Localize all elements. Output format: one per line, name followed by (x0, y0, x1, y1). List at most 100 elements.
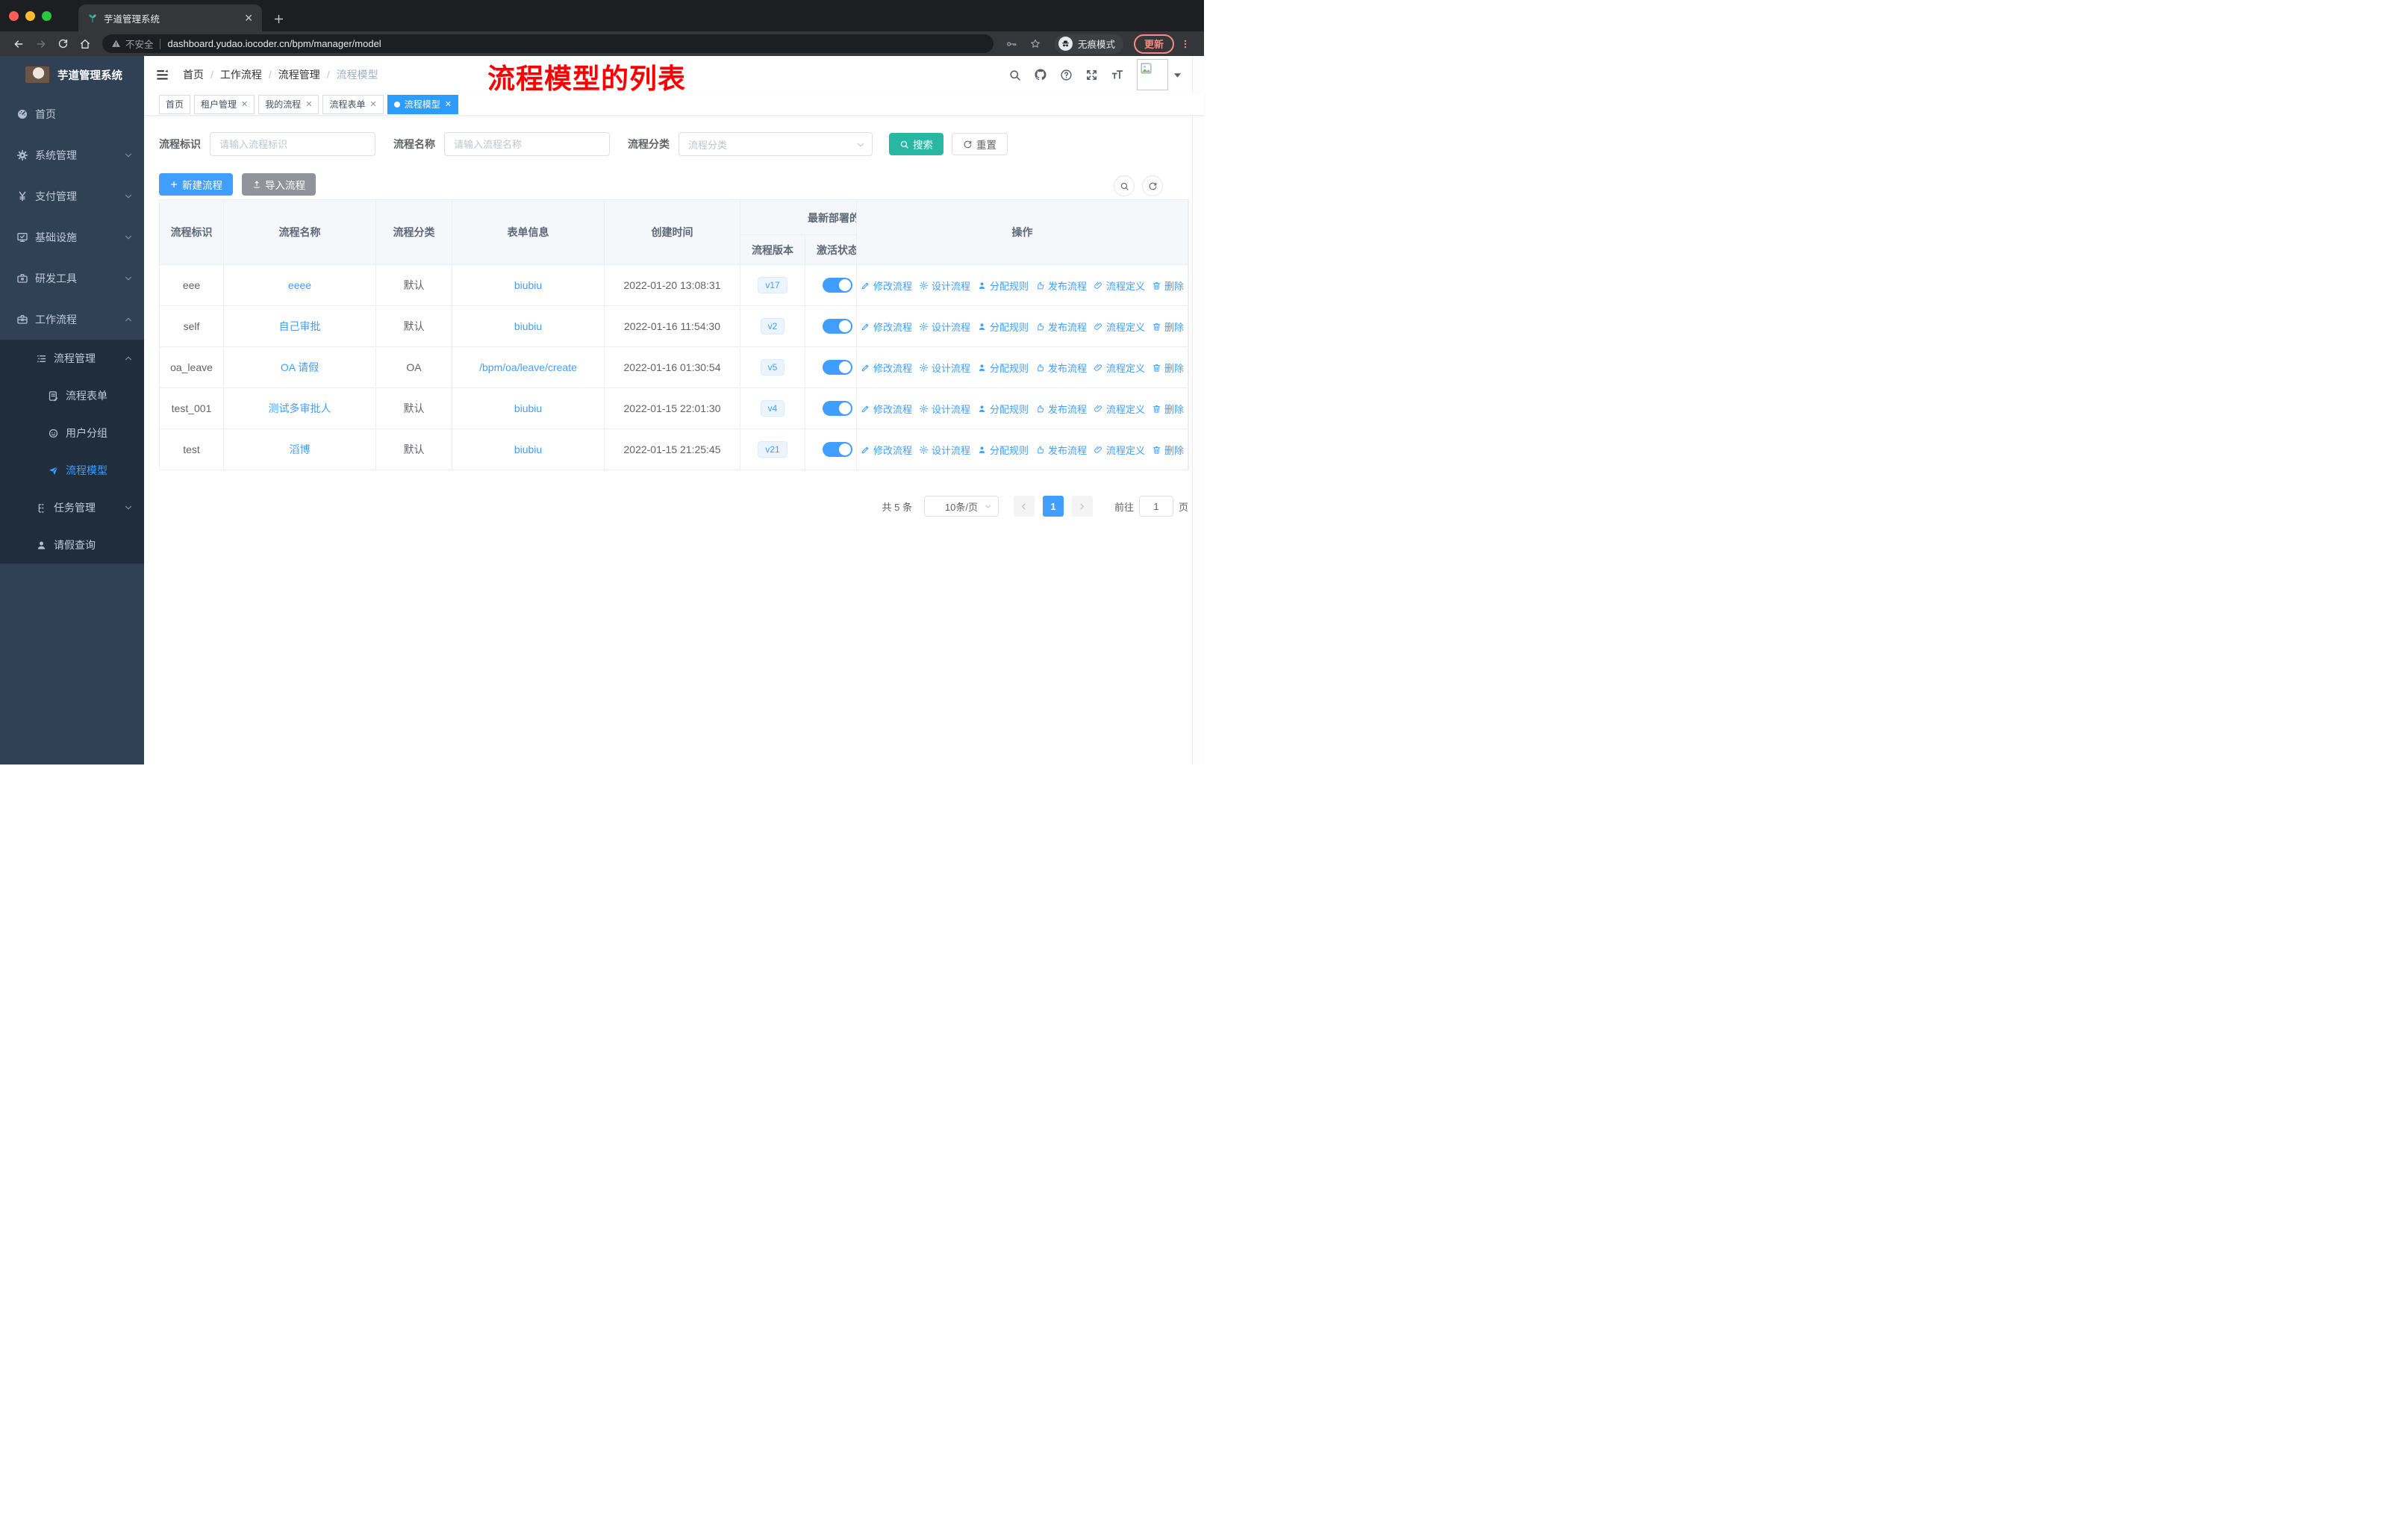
sidebar-item-研发工具[interactable]: 研发工具 (0, 258, 144, 299)
filter-select-流程分类[interactable]: 流程分类 (679, 132, 873, 156)
breadcrumb-item[interactable]: 工作流程 (220, 67, 262, 82)
action-修改流程[interactable]: 修改流程 (861, 361, 912, 375)
cell-model-name-link[interactable]: eeee (223, 264, 376, 306)
active-toggle[interactable] (823, 401, 852, 416)
tag-tab-流程模型[interactable]: 流程模型 ✕ (387, 94, 458, 114)
browser-menu-icon[interactable] (1180, 38, 1191, 50)
sidebar-item-请假查询[interactable]: 请假查询 (0, 526, 144, 564)
cell-model-name-link[interactable]: 滔博 (223, 429, 376, 470)
action-删除[interactable]: 删除 (1152, 402, 1184, 416)
sidebar-item-系统管理[interactable]: 系统管理 (0, 134, 144, 175)
fullscreen-icon[interactable] (1085, 69, 1098, 81)
new-tab-button[interactable] (272, 13, 285, 25)
action-流程定义[interactable]: 流程定义 (1094, 443, 1145, 457)
fontsize-icon[interactable] (1111, 68, 1124, 81)
forward-icon[interactable] (35, 38, 47, 50)
sidebar-item-工作流程[interactable]: 工作流程 (0, 299, 144, 340)
breadcrumb-item[interactable]: 流程管理 (278, 67, 320, 82)
back-icon[interactable] (13, 38, 25, 50)
action-设计流程[interactable]: 设计流程 (919, 278, 970, 293)
version-tag[interactable]: v21 (758, 441, 787, 458)
tab-close-icon[interactable]: ✕ (244, 12, 253, 25)
close-icon[interactable]: ✕ (445, 99, 452, 109)
action-流程定义[interactable]: 流程定义 (1094, 278, 1145, 293)
maximize-window-button[interactable] (42, 10, 52, 21)
version-tag[interactable]: v17 (758, 277, 787, 293)
home-icon[interactable] (79, 38, 91, 50)
cell-model-name-link[interactable]: OA 请假 (223, 346, 376, 388)
action-流程定义[interactable]: 流程定义 (1094, 361, 1145, 375)
action-修改流程[interactable]: 修改流程 (861, 402, 912, 416)
update-button[interactable]: 更新 (1133, 34, 1174, 54)
search-icon[interactable] (1008, 69, 1021, 81)
cell-model-name-link[interactable]: 自己审批 (223, 305, 376, 347)
password-key-icon[interactable] (1005, 38, 1017, 50)
action-设计流程[interactable]: 设计流程 (919, 443, 970, 457)
sidebar-fold-icon[interactable] (155, 68, 169, 82)
close-icon[interactable]: ✕ (241, 99, 248, 109)
action-修改流程[interactable]: 修改流程 (861, 320, 912, 334)
action-删除[interactable]: 删除 (1152, 320, 1184, 334)
version-tag[interactable]: v4 (760, 400, 785, 417)
create-model-button[interactable]: 新建流程 (159, 173, 233, 196)
import-model-button[interactable]: 导入流程 (242, 173, 316, 196)
action-设计流程[interactable]: 设计流程 (919, 402, 970, 416)
window-controls[interactable] (0, 0, 62, 31)
filter-input-流程标识[interactable] (210, 132, 375, 156)
action-分配规则[interactable]: 分配规则 (977, 320, 1029, 334)
sidebar-item-任务管理[interactable]: 任务管理 (0, 489, 144, 526)
cell-form-link[interactable]: biubiu (452, 387, 605, 429)
active-toggle[interactable] (823, 442, 852, 457)
prev-page-button[interactable] (1013, 496, 1035, 517)
search-button[interactable]: 搜索 (889, 133, 943, 155)
current-page-button[interactable]: 1 (1042, 496, 1064, 517)
tag-tab-流程表单[interactable]: 流程表单 ✕ (322, 94, 384, 114)
tag-tab-我的流程[interactable]: 我的流程 ✕ (258, 94, 319, 114)
cell-form-link[interactable]: biubiu (452, 305, 605, 347)
active-toggle[interactable] (823, 360, 852, 375)
action-流程定义[interactable]: 流程定义 (1094, 402, 1145, 416)
refresh-icon[interactable] (1142, 175, 1163, 196)
page-size-select[interactable]: 10条/页 (923, 496, 999, 517)
security-label[interactable]: 不安全 (125, 37, 154, 51)
active-toggle[interactable] (823, 319, 852, 334)
action-流程定义[interactable]: 流程定义 (1094, 320, 1145, 334)
avatar[interactable] (1137, 59, 1168, 90)
reset-button[interactable]: 重置 (952, 133, 1008, 155)
active-toggle[interactable] (823, 278, 852, 293)
close-icon[interactable]: ✕ (370, 99, 377, 109)
cell-form-link[interactable]: biubiu (452, 429, 605, 470)
cell-model-name-link[interactable]: 测试多审批人 (223, 387, 376, 429)
action-设计流程[interactable]: 设计流程 (919, 320, 970, 334)
close-icon[interactable]: ✕ (305, 99, 312, 109)
sidebar-item-首页[interactable]: 首页 (0, 93, 144, 134)
cell-form-link[interactable]: /bpm/oa/leave/create (452, 346, 605, 388)
scrollbar-track[interactable] (1192, 56, 1204, 764)
action-发布流程[interactable]: 发布流程 (1035, 320, 1087, 334)
goto-page-input[interactable] (1138, 496, 1173, 517)
sidebar-item-流程管理[interactable]: 流程管理 (0, 340, 144, 377)
action-删除[interactable]: 删除 (1152, 443, 1184, 457)
sidebar-item-流程表单[interactable]: 流程表单 (0, 377, 144, 414)
reload-icon[interactable] (57, 38, 69, 49)
action-分配规则[interactable]: 分配规则 (977, 361, 1029, 375)
avatar-caret-icon[interactable] (1173, 72, 1182, 78)
sidebar-item-流程模型[interactable]: 流程模型 (0, 452, 144, 489)
action-发布流程[interactable]: 发布流程 (1035, 402, 1087, 416)
action-删除[interactable]: 删除 (1152, 361, 1184, 375)
action-删除[interactable]: 删除 (1152, 278, 1184, 293)
action-分配规则[interactable]: 分配规则 (977, 402, 1029, 416)
action-分配规则[interactable]: 分配规则 (977, 278, 1029, 293)
action-发布流程[interactable]: 发布流程 (1035, 361, 1087, 375)
browser-tab[interactable]: 芋道管理系统 ✕ (78, 4, 262, 31)
tag-tab-首页[interactable]: 首页 (159, 94, 191, 114)
help-icon[interactable] (1060, 69, 1073, 81)
sidebar-item-用户分组[interactable]: 用户分组 (0, 414, 144, 452)
action-分配规则[interactable]: 分配规则 (977, 443, 1029, 457)
address-bar[interactable]: 不安全 dashboard.yudao.iocoder.cn/bpm/manag… (102, 34, 994, 53)
filter-input-流程名称[interactable] (444, 132, 610, 156)
action-发布流程[interactable]: 发布流程 (1035, 278, 1087, 293)
sidebar-item-支付管理[interactable]: 支付管理 (0, 175, 144, 217)
version-tag[interactable]: v2 (760, 318, 785, 334)
sidebar-item-基础设施[interactable]: 基础设施 (0, 217, 144, 258)
